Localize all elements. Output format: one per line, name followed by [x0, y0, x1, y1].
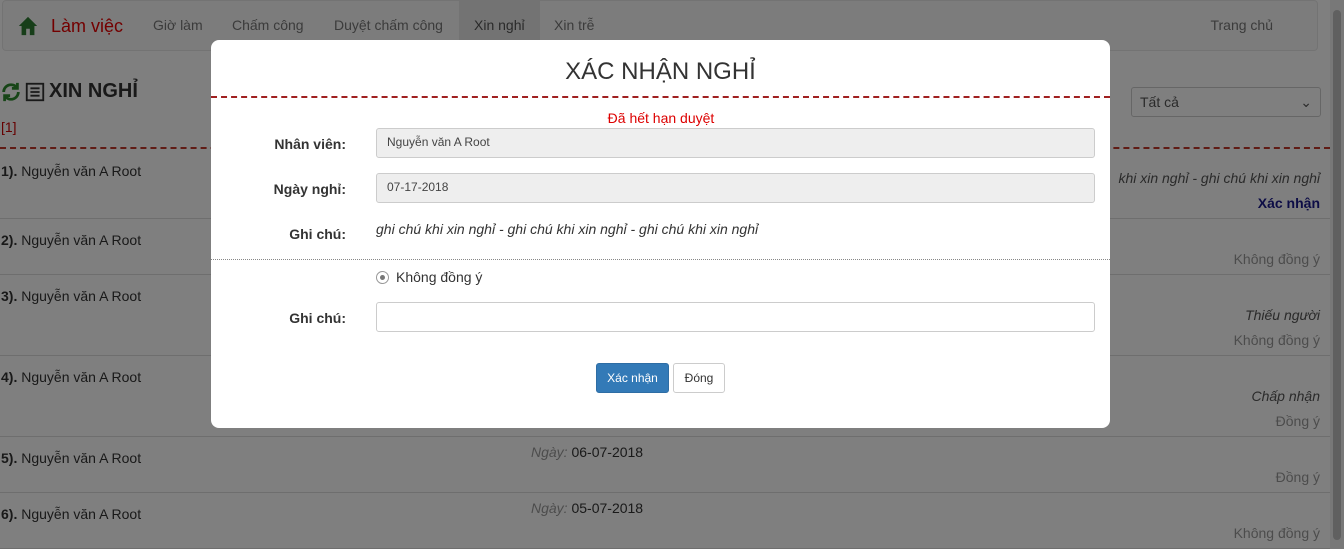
leave-date-label: Ngày nghỉ:: [273, 181, 346, 197]
employee-label: Nhân viên:: [274, 136, 346, 152]
reject-radio-label[interactable]: Không đồng ý: [396, 269, 482, 285]
expired-notice: Đã hết hạn duyệt: [607, 110, 715, 126]
leave-note-text: ghi chú khi xin nghỉ - ghi chú khi xin n…: [376, 221, 759, 237]
reply-note-input[interactable]: [376, 302, 1095, 332]
modal-section-divider: [211, 259, 1110, 260]
confirm-button[interactable]: Xác nhận: [596, 363, 669, 393]
reply-note-label: Ghi chú:: [289, 310, 346, 326]
modal-title-divider: [211, 96, 1110, 98]
employee-field: Nguyễn văn A Root: [376, 128, 1095, 158]
modal-title: XÁC NHẬN NGHỈ: [565, 58, 756, 85]
close-button[interactable]: Đóng: [673, 363, 725, 393]
reject-radio-option[interactable]: Không đồng ý: [376, 269, 482, 285]
note-label: Ghi chú:: [289, 226, 346, 242]
reject-radio[interactable]: [376, 270, 389, 284]
leave-confirm-modal: XÁC NHẬN NGHỈ Đã hết hạn duyệt Nhân viên…: [211, 40, 1110, 428]
leave-date-field: 07-17-2018: [376, 173, 1095, 203]
